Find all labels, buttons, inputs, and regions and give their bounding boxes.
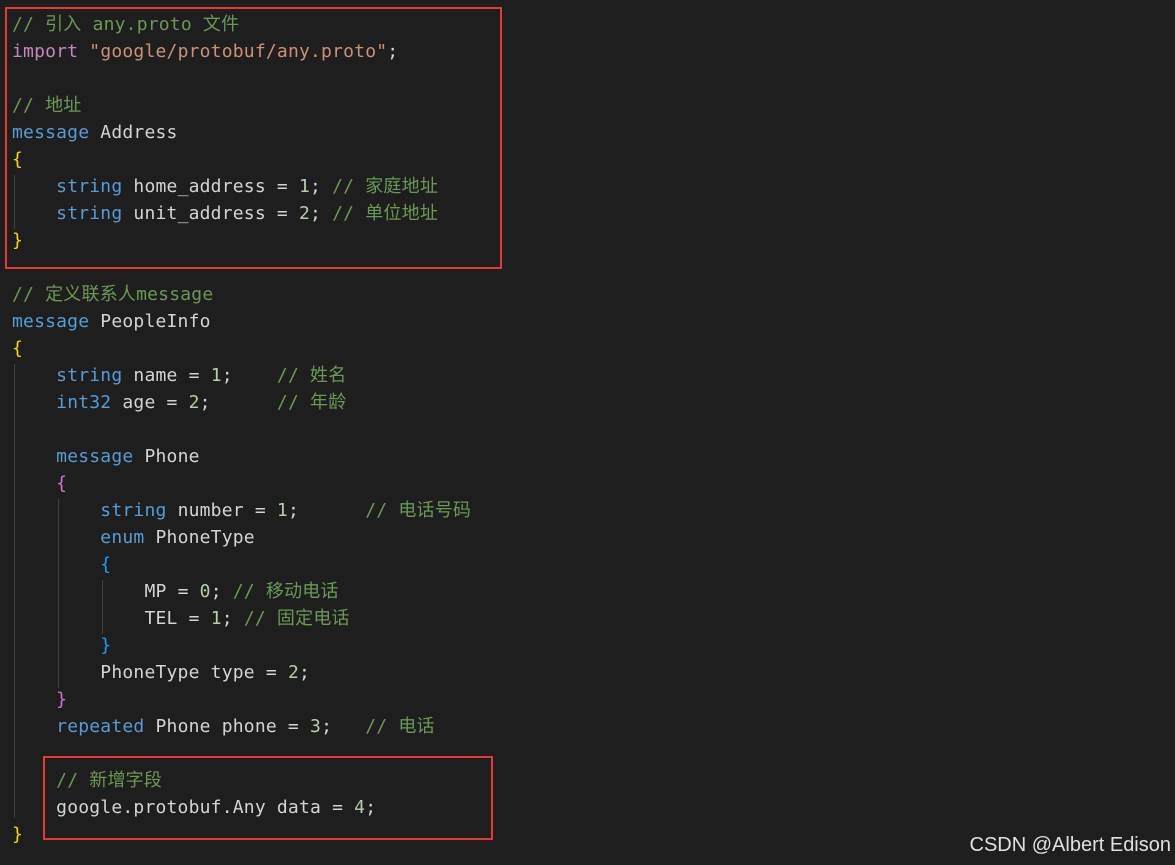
repeated-keyword: repeated — [56, 716, 145, 737]
field-number: 3 — [310, 716, 322, 737]
field-number: 2 — [287, 662, 299, 683]
close-brace: } — [12, 824, 24, 845]
open-brace: { — [12, 338, 24, 359]
enum-value-decl: TEL = — [144, 608, 211, 629]
code-line-19: string number = 1; // 电话号码 — [12, 497, 471, 524]
semicolon: ; — [210, 581, 233, 602]
close-brace: } — [56, 689, 68, 710]
highlight-box-new-field — [43, 756, 493, 840]
code-line-23: TEL = 1; // 固定电话 — [12, 605, 350, 632]
enum-value-decl: MP = — [144, 581, 200, 602]
semicolon: ; — [287, 500, 366, 521]
field-decl: PhoneType type = — [100, 662, 288, 683]
code-line-31: } — [12, 821, 23, 848]
semicolon: ; — [221, 608, 244, 629]
code-editor[interactable]: // 引入 any.proto 文件 import "google/protob… — [0, 0, 1175, 865]
field-number: 1 — [210, 365, 222, 386]
code-line-20: enum PhoneType — [12, 524, 255, 551]
enum-keyword: enum — [100, 527, 145, 548]
message-keyword: message — [56, 446, 134, 467]
code-line-17: message Phone — [12, 443, 200, 470]
type-keyword: int32 — [56, 392, 112, 413]
open-brace: { — [56, 473, 68, 494]
type-keyword: string — [100, 500, 167, 521]
enum-value-number: 0 — [199, 581, 211, 602]
field-number: 1 — [276, 500, 288, 521]
semicolon: ; — [321, 716, 366, 737]
field-decl: name = — [122, 365, 211, 386]
code-line-22: MP = 0; // 移动电话 — [12, 578, 339, 605]
code-line-24: } — [12, 632, 111, 659]
code-line-11: // 定义联系人message — [12, 281, 213, 308]
message-keyword: message — [12, 311, 90, 332]
code-line-25: PhoneType type = 2; — [12, 659, 310, 686]
field-decl: Phone phone = — [144, 716, 311, 737]
field-decl: age = — [111, 392, 189, 413]
semicolon: ; — [221, 365, 277, 386]
code-line-18: { — [12, 470, 67, 497]
comment: // 定义联系人message — [12, 284, 214, 305]
watermark: CSDN @Albert Edison — [969, 834, 1171, 856]
code-line-14: string name = 1; // 姓名 — [12, 362, 346, 389]
semicolon: ; — [199, 392, 277, 413]
code-line-21: { — [12, 551, 111, 578]
open-brace: { — [100, 554, 112, 575]
close-brace: } — [100, 635, 112, 656]
code-line-27: repeated Phone phone = 3; // 电话 — [12, 713, 435, 740]
comment: // 移动电话 — [232, 581, 339, 602]
semicolon: ; — [298, 662, 311, 683]
comment: // 电话 — [365, 716, 435, 737]
message-name: PeopleInfo — [89, 311, 211, 332]
enum-value-number: 1 — [210, 608, 222, 629]
comment: // 电话号码 — [365, 500, 472, 521]
code-line-12: message PeopleInfo — [12, 308, 211, 335]
comment: // 年龄 — [276, 392, 347, 413]
code-line-26: } — [12, 686, 67, 713]
comment: // 姓名 — [276, 365, 347, 386]
message-name: Phone — [133, 446, 200, 467]
enum-name: PhoneType — [144, 527, 255, 548]
code-line-15: int32 age = 2; // 年龄 — [12, 389, 346, 416]
code-line-13: { — [12, 335, 23, 362]
field-number: 2 — [188, 392, 200, 413]
field-decl: number = — [166, 500, 277, 521]
type-keyword: string — [56, 365, 123, 386]
highlight-box-address — [5, 7, 502, 269]
comment: // 固定电话 — [243, 608, 350, 629]
